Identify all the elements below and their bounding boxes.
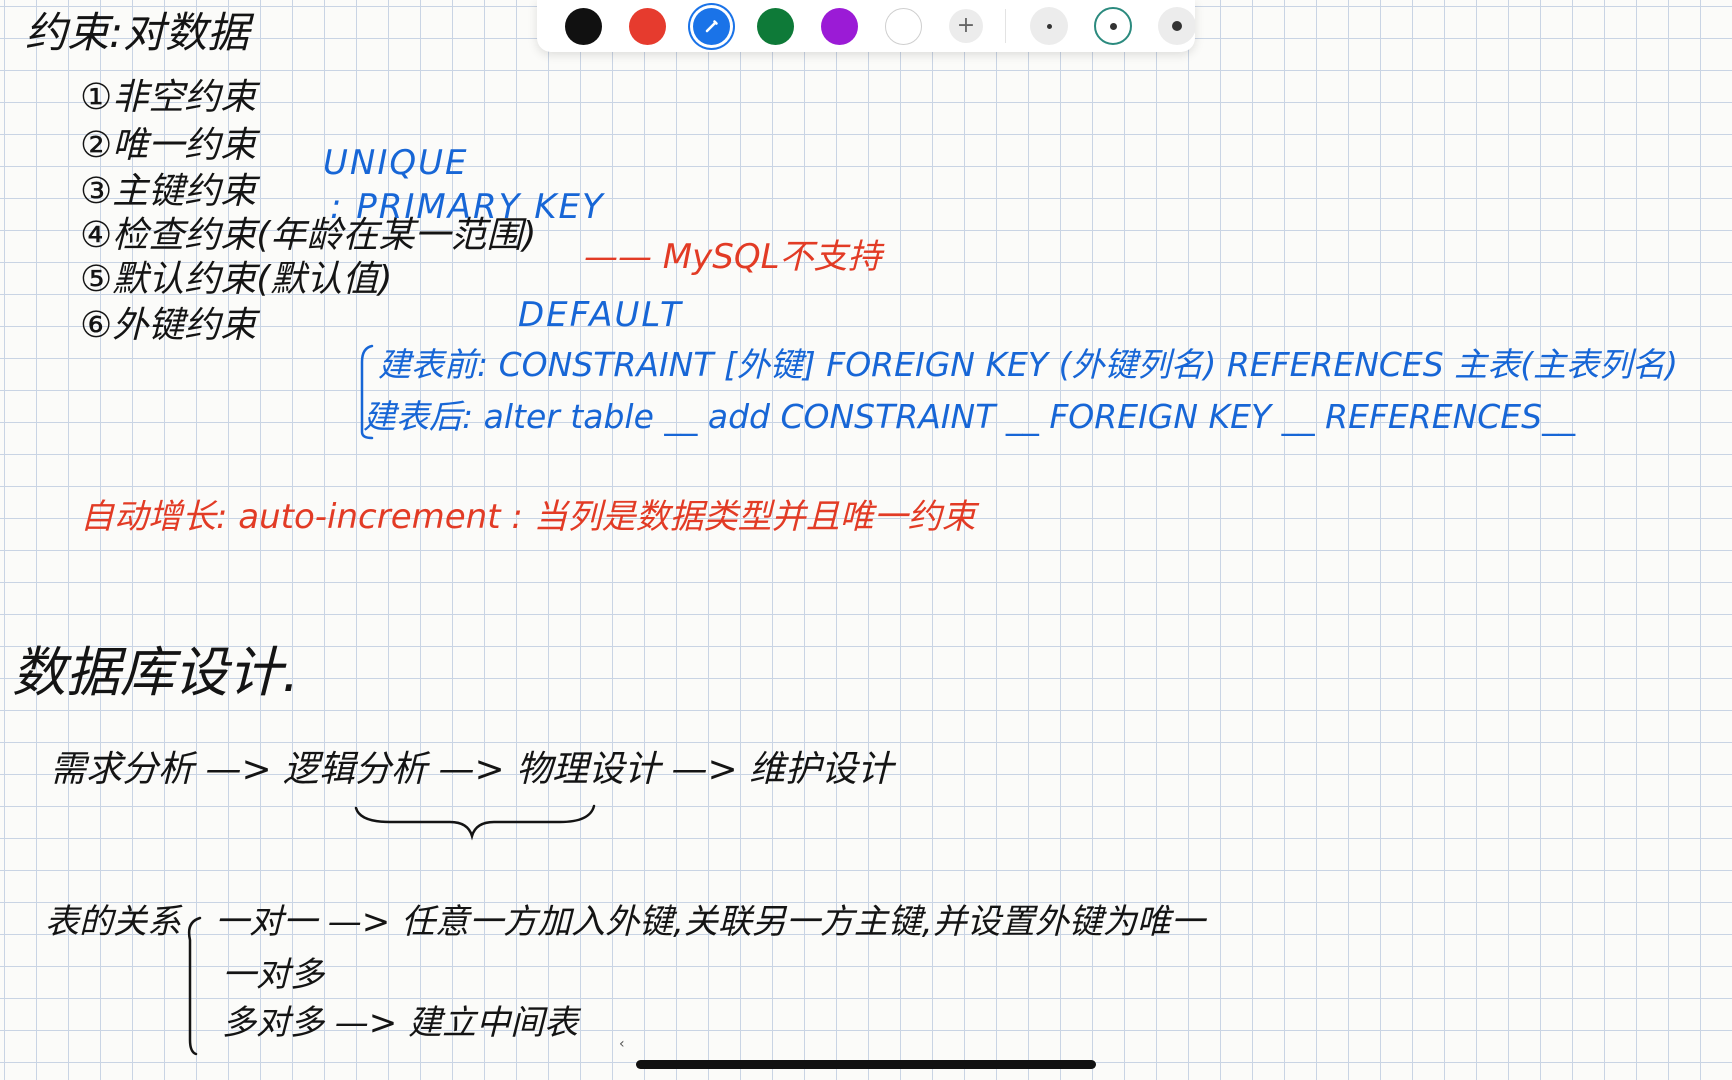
mysql-unsupported-note: —— MySQL不支持 <box>584 237 882 277</box>
foreign-key-before-create: 建表前: CONSTRAINT [外键] FOREIGN KEY (外键列名) … <box>378 345 1678 384</box>
color-swatch-blue[interactable] <box>693 7 730 45</box>
size-dot-icon <box>1172 21 1182 31</box>
constraint-item-default: ⑤默认约束(默认值) <box>80 259 393 300</box>
constraint-item-primary-key: ③主键约束 <box>80 171 257 212</box>
constraint-item-unique: ②唯一约束 <box>80 125 257 166</box>
note-canvas[interactable]: + 约束:对数据 ①非空约束 ②唯一约束 ③主键约束 ④检查约束(年龄在某一范围… <box>0 0 1732 1080</box>
unique-keyword: UNIQUE <box>323 143 469 183</box>
database-design-title: 数据库设计. <box>12 641 300 704</box>
table-relations-label: 表的关系 <box>45 902 181 942</box>
relation-many-to-many: 多对多 —> 建立中间表 <box>222 1003 579 1043</box>
color-swatch-white[interactable] <box>885 7 922 45</box>
constraints-title: 约束:对数据 <box>25 8 250 57</box>
pencil-icon <box>693 8 730 45</box>
constraint-item-not-null: ①非空约束 <box>80 77 257 118</box>
foreign-key-after-create: 建表后: alter table __ add CONSTRAINT __ FO… <box>363 397 1576 436</box>
primary-key-keyword: : PRIMARY KEY <box>330 187 605 227</box>
design-process-flow: 需求分析 —> 逻辑分析 —> 物理设计 —> 维护设计 <box>50 749 894 790</box>
color-swatch-red[interactable] <box>629 7 666 45</box>
size-dot-icon <box>1109 22 1117 30</box>
home-indicator[interactable] <box>636 1060 1096 1069</box>
auto-increment-note: 自动增长: auto-increment : 当列是数据类型并且唯一约束 <box>80 497 976 537</box>
relation-one-to-one: 一对一 —> 任意一方加入外键,关联另一方主键,并设置外键为唯一 <box>215 902 1205 942</box>
toolbar-divider <box>1005 9 1006 43</box>
relation-one-to-many: 一对多 <box>222 955 324 995</box>
stroke-size-large-button[interactable] <box>1158 7 1195 45</box>
size-dot-icon <box>1046 23 1052 29</box>
color-swatch-purple[interactable] <box>821 7 858 45</box>
design-underbrace <box>354 804 596 841</box>
pen-toolbar: + <box>537 0 1195 52</box>
default-keyword: DEFAULT <box>518 295 683 335</box>
stroke-size-small-button[interactable] <box>1030 7 1068 45</box>
constraint-item-foreign-key: ⑥外键约束 <box>80 305 257 346</box>
add-color-button[interactable]: + <box>949 9 983 43</box>
color-swatch-green[interactable] <box>757 7 794 45</box>
relations-brace <box>187 916 202 1056</box>
scroll-caret-icon: ‹ <box>619 1036 625 1052</box>
color-swatch-black[interactable] <box>565 7 602 45</box>
stroke-size-medium-button[interactable] <box>1094 7 1132 45</box>
